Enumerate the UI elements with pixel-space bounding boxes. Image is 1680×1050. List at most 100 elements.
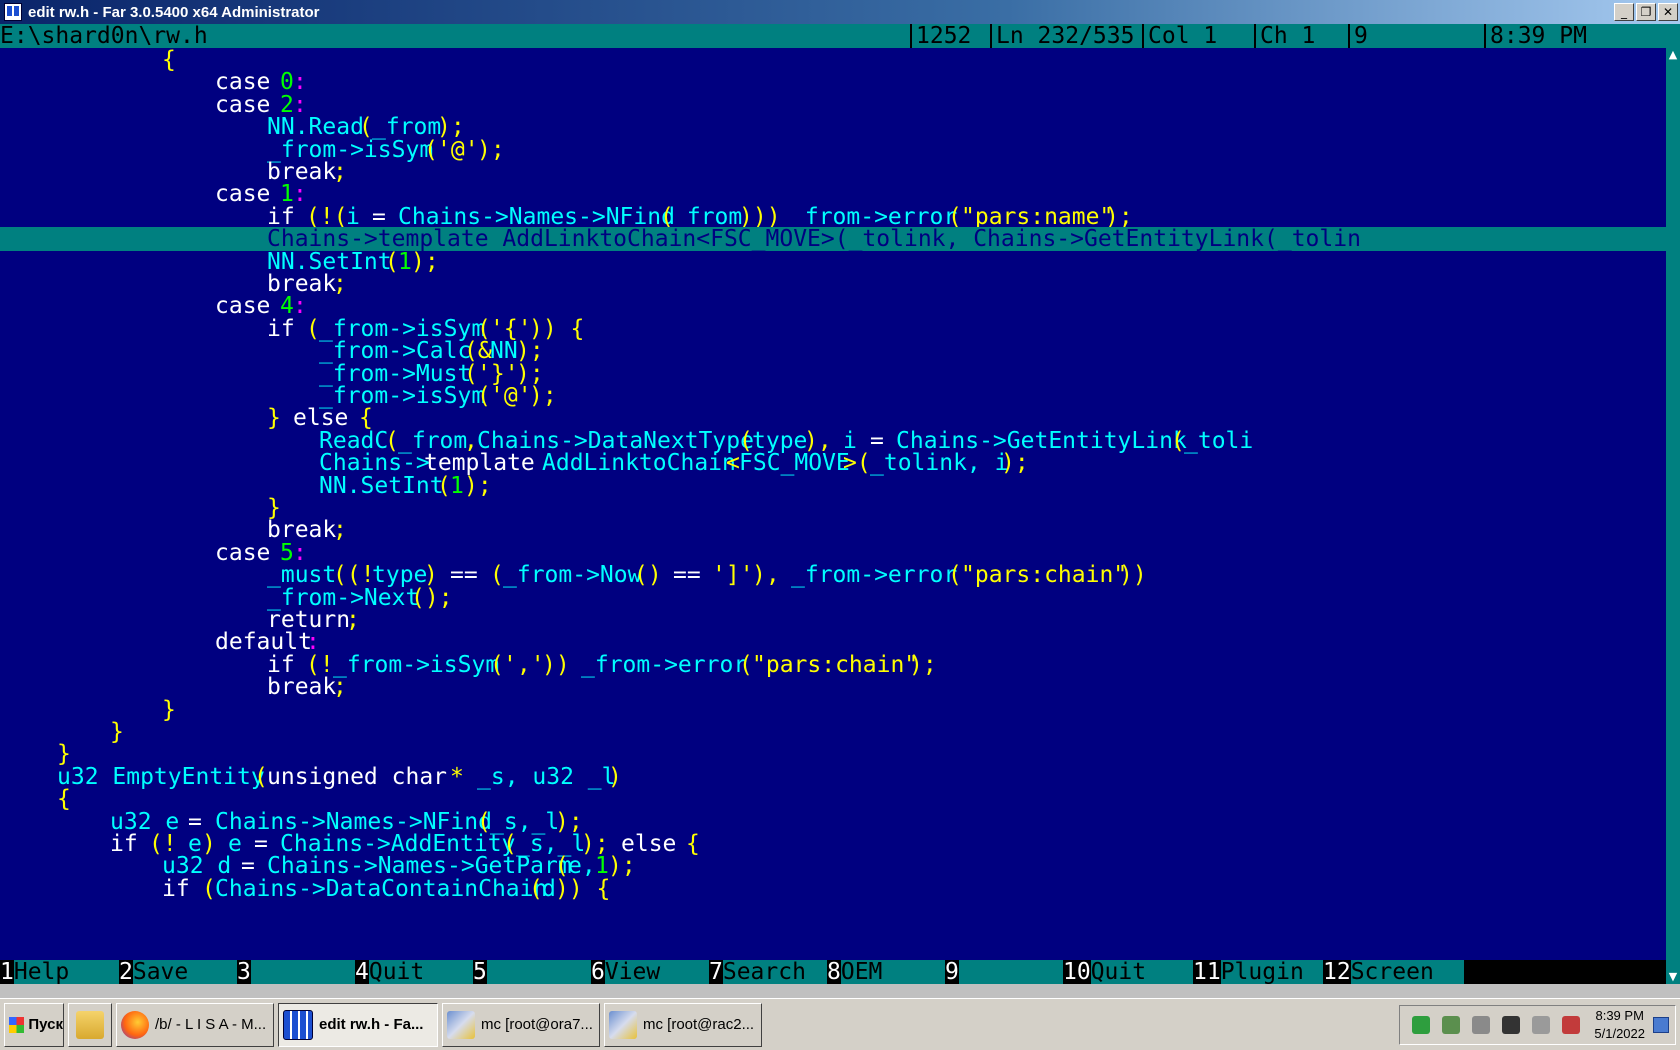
fkey-3[interactable]: 3 [237,960,355,984]
code-editor[interactable]: {case 0: case 2: NN.Read(_from); _from->isS… [0,48,1666,960]
char-position: Ch 1 [1254,24,1348,48]
code-line[interactable]: Chains->template AddLinktoChain<FSC_MOVE… [0,227,1666,251]
code-token: < [726,450,740,476]
code-line[interactable]: _from->Next (); [0,586,1666,610]
code-token: ); [516,338,544,364]
fkey-9[interactable]: 9 [945,960,1063,984]
code-token: ',' [503,652,545,678]
code-token: } [110,719,124,745]
code-token: { [57,786,71,812]
shield-icon[interactable] [1412,1015,1431,1034]
code-line[interactable]: _from->Calc (& NN); [0,339,1666,363]
taskbar-button[interactable]: edit rw.h - Fa... [278,1002,438,1047]
code-token: } [57,741,71,767]
code-line[interactable]: case 0: [0,70,1666,94]
code-line[interactable]: { [0,787,1666,811]
code-line[interactable]: _from->isSym('@'); [0,384,1666,408]
network-icon[interactable] [1442,1015,1461,1034]
code-line[interactable]: _must ((! type) == (_from->Now() == ']'), … [0,563,1666,587]
code-token: _must [267,562,337,588]
quicklaunch-explorer[interactable] [68,1002,112,1047]
code-line[interactable]: Chains->template AddLinktoChain<FSC_MOVE… [0,451,1666,475]
minimize-button[interactable]: _ [1614,3,1634,21]
code-token: '@' [437,137,479,163]
code-token: 1 [398,249,412,275]
far-app-icon[interactable] [4,3,22,21]
security-icon[interactable] [1562,1015,1581,1034]
start-button[interactable]: Пуск [4,1002,64,1047]
code-line[interactable]: default: [0,630,1666,654]
code-line[interactable]: } [0,720,1666,744]
code-line[interactable]: u32 d = Chains->Names->GetParm(e, 1); [0,854,1666,878]
fkey-10[interactable]: 10 Quit [1063,960,1193,984]
fkey-label: Save [132,960,237,984]
code-line[interactable]: } [0,698,1666,722]
code-line[interactable]: } else { [0,406,1666,430]
code-line[interactable]: break; [0,675,1666,699]
fkey-8[interactable]: 8 OEM [827,960,945,984]
code-token: () [634,562,676,588]
code-line[interactable]: u32 EmptyEntity(unsigned char * _s, u32 … [0,765,1666,789]
code-token: NN.Read [267,114,364,140]
fkey-number: 3 [237,959,251,985]
media-icon[interactable] [1502,1015,1521,1034]
code-token: 1 [595,853,609,879]
fkey-6[interactable]: 6 View [591,960,709,984]
fkey-number: 12 [1323,959,1351,985]
code-line[interactable]: if (Chains->DataContainChain(d)) { [0,877,1666,901]
computer-icon[interactable] [1472,1015,1491,1034]
code-line[interactable]: _from->isSym('@'); [0,138,1666,162]
code-line[interactable]: NN.Read(_from); [0,115,1666,139]
code-token: ((! [333,562,375,588]
far-editor-window: edit rw.h - Far 3.0.5400 x64 Administrat… [0,0,1680,998]
title-bar[interactable]: edit rw.h - Far 3.0.5400 x64 Administrat… [0,0,1680,24]
close-button[interactable]: ✕ [1658,3,1678,21]
code-line[interactable]: break; [0,518,1666,542]
code-token: : [293,69,307,95]
code-line[interactable]: _from->Must('}'); [0,362,1666,386]
taskbar-button[interactable]: /b/ - L I S A - M... [116,1002,274,1047]
volume-icon[interactable] [1532,1015,1551,1034]
firefox-icon [121,1010,149,1039]
tray-clock[interactable]: 8:39 PM 5/1/2022 [1594,1007,1645,1043]
fkey-label: Search [722,960,827,984]
code-line[interactable]: case 4: [0,294,1666,318]
code-line[interactable]: if (! _from->isSym(',')) _from->error("pa… [0,653,1666,677]
code-line[interactable]: } [0,742,1666,766]
code-line[interactable]: NN.SetInt(1); [0,250,1666,274]
code-token: _toli [1184,428,1254,454]
code-token: 1 [280,181,294,207]
code-token: } [267,405,295,431]
fkey-4[interactable]: 4 Quit [355,960,473,984]
code-token: if [110,831,152,857]
fkey-label [486,960,591,984]
restore-button[interactable]: ❐ [1636,3,1656,21]
far-icon [283,1009,313,1040]
code-line[interactable]: NN.SetInt(1); [0,474,1666,498]
code-token: 4 [280,293,294,319]
vertical-scrollbar[interactable]: ▲ ▼ [1666,48,1680,984]
fkey-number: 10 [1063,959,1091,985]
taskbar-button[interactable]: mc [root@ora7... [442,1002,600,1047]
fkey-7[interactable]: 7 Search [709,960,827,984]
code-token: ; [333,517,347,543]
fkey-2[interactable]: 2 Save [119,960,237,984]
scroll-down-icon[interactable]: ▼ [1666,970,1680,984]
scroll-up-icon[interactable]: ▲ [1666,48,1680,62]
code-token: u32 d [162,853,246,879]
show-desktop-icon[interactable] [1653,1016,1669,1033]
code-line[interactable]: if (_from->isSym('{')) { [0,317,1666,341]
code-line[interactable]: } [0,496,1666,520]
fkey-11[interactable]: 11 Plugin [1193,960,1323,984]
code-token: ; [333,159,347,185]
code-line[interactable]: case 1: [0,182,1666,206]
taskbar-button[interactable]: mc [root@rac2... [604,1002,762,1047]
fkey-number: 7 [709,959,723,985]
code-token: break [267,674,337,700]
fkey-5[interactable]: 5 [473,960,591,984]
code-token: case [215,69,285,95]
fkey-12[interactable]: 12 Screen [1323,960,1464,984]
code-token: e, [568,853,596,879]
fkey-1[interactable]: 1 Help [0,960,119,984]
code-line[interactable]: case 2: [0,93,1666,117]
